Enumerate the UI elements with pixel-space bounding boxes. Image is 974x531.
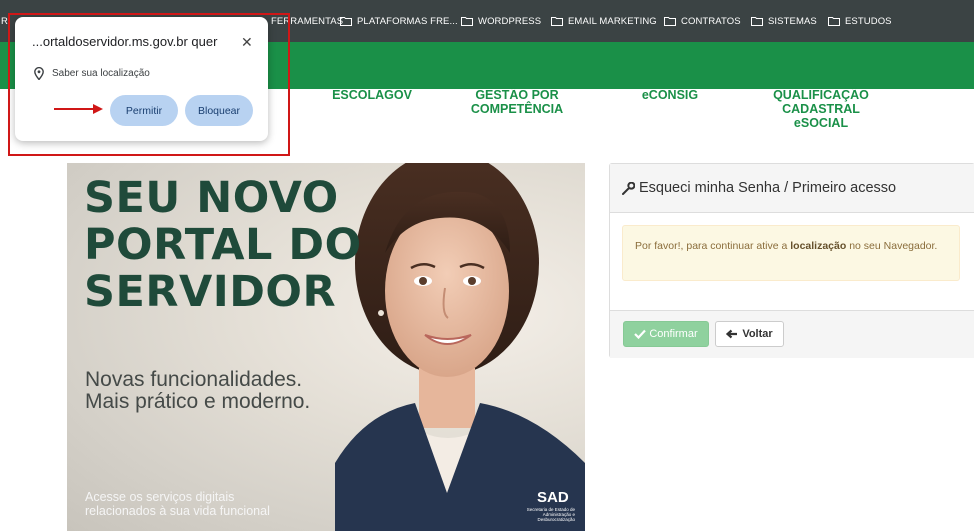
hero-banner: SEU NOVO PORTAL DO SERVIDOR Novas funcio…	[67, 163, 585, 531]
location-pin-icon	[34, 67, 44, 80]
nav-item-label: ESCOLAGOV	[332, 88, 412, 102]
bookmark-label: ESTUDOS	[845, 15, 892, 27]
close-icon[interactable]: ✕	[241, 34, 253, 51]
location-alert: Por favor!, para continuar ative a local…	[622, 225, 960, 281]
confirm-button[interactable]: Confirmar	[623, 321, 709, 347]
bookmark-label: FERRAMENTAS	[271, 15, 344, 27]
block-button-label: Bloquear	[197, 104, 241, 117]
alert-text-bold: localização	[790, 240, 847, 252]
hero-title: SEU NOVO PORTAL DO SERVIDOR	[84, 175, 362, 316]
nav-item-label: COMPETÊNCIA	[470, 102, 564, 116]
nav-item-label: eCONSIG	[641, 88, 699, 102]
nav-item-label: CADASTRAL	[782, 102, 860, 116]
hero-footer-line: relacionados à sua vida funcional	[85, 504, 270, 518]
bookmark-email-marketing[interactable]: EMAIL MARKETING	[551, 0, 657, 42]
bookmark-partial-label: R	[1, 15, 8, 27]
alert-text-suffix: no seu Navegador.	[846, 240, 938, 252]
block-button[interactable]: Bloquear	[185, 95, 253, 126]
popup-site-title: ...ortaldoservidor.ms.gov.br quer	[32, 34, 218, 49]
bookmark-ferramentas[interactable]: FERRAMENTAS	[271, 0, 343, 42]
bookmark-label: PLATAFORMAS FRE...	[357, 15, 458, 27]
sad-logo-subtitle-line: Administração e Desburocratização	[537, 512, 575, 522]
popup-request: Saber sua localização	[34, 67, 150, 80]
nav-item-gestao-por-competencia[interactable]: GESTÃO POR COMPETÊNCIA	[465, 88, 569, 116]
bookmark-label: WORDPRESS	[478, 15, 542, 27]
folder-icon	[751, 16, 763, 26]
hero-footer-line: Acesse os serviços digitais	[85, 490, 235, 504]
folder-icon	[551, 16, 563, 26]
woman-portrait-image	[335, 163, 585, 531]
folder-icon	[340, 16, 352, 26]
folder-icon	[664, 16, 676, 26]
bookmark-estudos[interactable]: ESTUDOS	[828, 0, 892, 42]
hero-footer-text: Acesse os serviços digitais relacionados…	[85, 490, 270, 518]
nav-item-label: GESTÃO POR	[475, 88, 559, 102]
nav-item-econsig[interactable]: eCONSIG	[630, 88, 710, 102]
card-header: Esqueci minha Senha / Primeiro acesso	[610, 164, 974, 213]
nav-item-label: QUALIFICAÇÃO	[773, 88, 869, 102]
card-title: Esqueci minha Senha / Primeiro acesso	[639, 180, 897, 196]
password-card: Esqueci minha Senha / Primeiro acesso Po…	[609, 163, 974, 358]
sad-logo-subtitle: Secretaria de Estado de Administração e …	[515, 507, 575, 522]
hero-subtitle: Novas funcionalidades. Mais prático e mo…	[85, 369, 310, 413]
bookmark-label: EMAIL MARKETING	[568, 15, 657, 27]
back-button-label: Voltar	[742, 328, 773, 340]
bookmark-plataformas[interactable]: PLATAFORMAS FRE...	[340, 0, 458, 42]
bookmark-wordpress[interactable]: WORDPRESS	[461, 0, 541, 42]
popup-request-label: Saber sua localização	[52, 68, 150, 79]
hero-subtitle-line: Novas funcionalidades.	[85, 368, 303, 391]
arrow-left-icon	[726, 329, 738, 339]
bookmark-partial[interactable]: R	[1, 0, 8, 42]
nav-item-escolagov[interactable]: ESCOLAGOV	[326, 88, 418, 102]
card-footer: Confirmar Voltar	[610, 310, 974, 358]
alert-text-prefix: Por favor!, para continuar ative a	[635, 240, 791, 252]
confirm-button-label: Confirmar	[649, 328, 698, 340]
arrow-annotation-icon	[53, 102, 105, 121]
hero-subtitle-line: Mais prático e moderno.	[85, 390, 311, 413]
wrench-icon	[622, 181, 635, 195]
bookmark-label: SISTEMAS	[768, 15, 817, 27]
nav-item-label: eSOCIAL	[793, 116, 849, 130]
nav-item-qualificacao-cadastral[interactable]: QUALIFICAÇÃO CADASTRAL eSOCIAL	[766, 88, 876, 130]
allow-button-label: Permitir	[125, 104, 163, 117]
location-permission-popup: ...ortaldoservidor.ms.gov.br quer ✕ Sabe…	[15, 17, 268, 141]
back-button[interactable]: Voltar	[715, 321, 784, 347]
hero-title-line: PORTAL DO	[84, 220, 362, 270]
sad-logo: SAD	[537, 489, 569, 506]
bookmark-contratos[interactable]: CONTRATOS	[664, 0, 741, 42]
checkmark-icon	[634, 329, 647, 339]
bookmark-label: CONTRATOS	[681, 15, 741, 27]
folder-icon	[461, 16, 473, 26]
folder-icon	[828, 16, 840, 26]
hero-title-line: SERVIDOR	[84, 267, 337, 317]
allow-button[interactable]: Permitir	[110, 95, 178, 126]
bookmark-sistemas[interactable]: SISTEMAS	[751, 0, 817, 42]
hero-title-line: SEU NOVO	[84, 173, 339, 223]
